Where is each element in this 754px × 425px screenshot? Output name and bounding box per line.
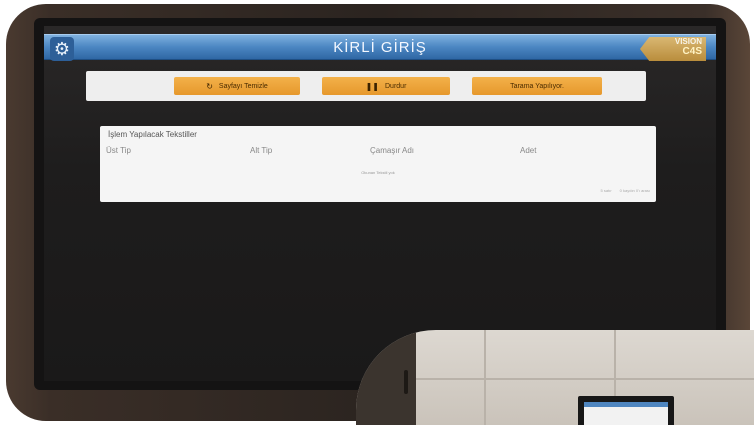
clear-page-label: Sayfayı Temizle bbox=[218, 82, 268, 90]
empty-table-message: Okunan Tekstil yok bbox=[361, 170, 395, 175]
column-header-laundry-name[interactable]: Çamaşır Adı bbox=[370, 146, 414, 155]
scanning-label: Tarama Yapılıyor. bbox=[510, 82, 564, 90]
column-header-quantity[interactable]: Adet bbox=[520, 146, 536, 155]
logo-text: VISION C4S bbox=[675, 37, 702, 57]
monitor-screen: ⚙ KİRLİ GİRİŞ VISION C4S ↻ Sayfayı Temiz… bbox=[44, 26, 716, 381]
stop-button[interactable]: ❚❚ Durdur bbox=[322, 77, 450, 95]
logo-line-2: C4S bbox=[682, 46, 702, 57]
table-pagination: 5 satır 0 kaydın 0'ı arası bbox=[601, 188, 650, 193]
column-header-top-type[interactable]: Üst Tip bbox=[106, 146, 131, 155]
rows-per-page-select[interactable]: 5 satır bbox=[601, 188, 612, 193]
inset-photo bbox=[356, 330, 754, 425]
stop-label: Durdur bbox=[385, 82, 407, 90]
textile-table-panel: İşlem Yapılacak Tekstiller Üst Tip Alt T… bbox=[100, 126, 656, 202]
page-title: KİRLİ GİRİŞ bbox=[333, 39, 427, 56]
scanning-button[interactable]: Tarama Yapılıyor. bbox=[472, 77, 602, 95]
small-monitor-header bbox=[584, 402, 668, 407]
clear-page-button[interactable]: ↻ Sayfayı Temizle bbox=[174, 77, 300, 95]
app-header: ⚙ KİRLİ GİRİŞ VISION C4S bbox=[44, 34, 716, 61]
column-header-sub-type[interactable]: Alt Tip bbox=[250, 146, 272, 155]
pagination-range: 0 kaydın 0'ı arası bbox=[619, 188, 650, 193]
pause-icon: ❚❚ bbox=[365, 81, 379, 91]
table-title: İşlem Yapılacak Tekstiller bbox=[108, 130, 197, 139]
refresh-icon: ↻ bbox=[206, 81, 213, 91]
action-bar: ↻ Sayfayı Temizle ❚❚ Durdur Tarama Yapıl… bbox=[86, 71, 646, 101]
door-handle bbox=[404, 370, 408, 394]
